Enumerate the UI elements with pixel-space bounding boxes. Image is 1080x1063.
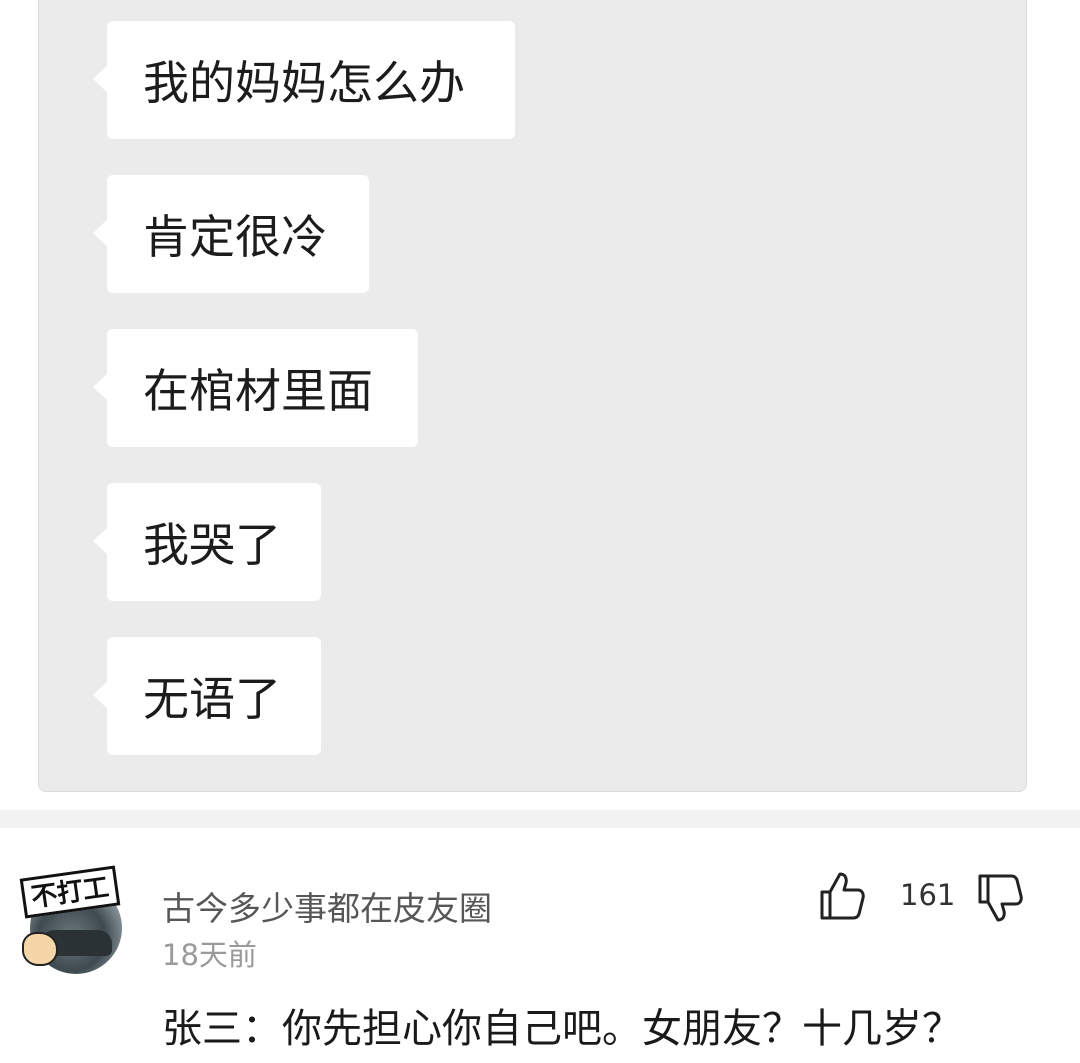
- comment-text: 张三：你先担心你自己吧。女朋友？十几岁？: [162, 1006, 962, 1052]
- chat-message-text: 无语了: [143, 672, 281, 726]
- chat-message-text: 在棺材里面: [143, 364, 373, 418]
- chat-message-text: 肯定很冷: [143, 210, 327, 264]
- screenshot-page: 我的妈妈怎么办 肯定很冷 在棺材里面 我哭了 无语了 不打工 古今多少事都在皮友…: [0, 0, 1080, 1063]
- comment-username[interactable]: 古今多少事都在皮友圈: [162, 882, 492, 930]
- chat-screenshot-panel: 我的妈妈怎么办 肯定很冷 在棺材里面 我哭了 无语了: [38, 0, 1027, 792]
- chat-bubble: 我的妈妈怎么办: [93, 21, 515, 139]
- hand-icon: [22, 932, 58, 966]
- chat-bubble: 我哭了: [93, 483, 321, 601]
- section-divider: [0, 810, 1080, 828]
- chat-bubble: 无语了: [93, 637, 321, 755]
- chat-message-text: 我的妈妈怎么办: [143, 56, 465, 110]
- chat-bubble: 肯定很冷: [93, 175, 369, 293]
- thumbs-up-icon: [820, 872, 865, 920]
- chat-message-text: 我哭了: [143, 518, 281, 572]
- like-button[interactable]: [818, 870, 866, 922]
- thumbs-down-icon: [978, 874, 1023, 922]
- chat-bubble: 在棺材里面: [93, 329, 418, 447]
- avatar[interactable]: 不打工: [19, 865, 124, 976]
- like-count: 161: [900, 878, 956, 912]
- comment-timestamp: 18天前: [162, 938, 257, 972]
- dislike-button[interactable]: [976, 872, 1024, 924]
